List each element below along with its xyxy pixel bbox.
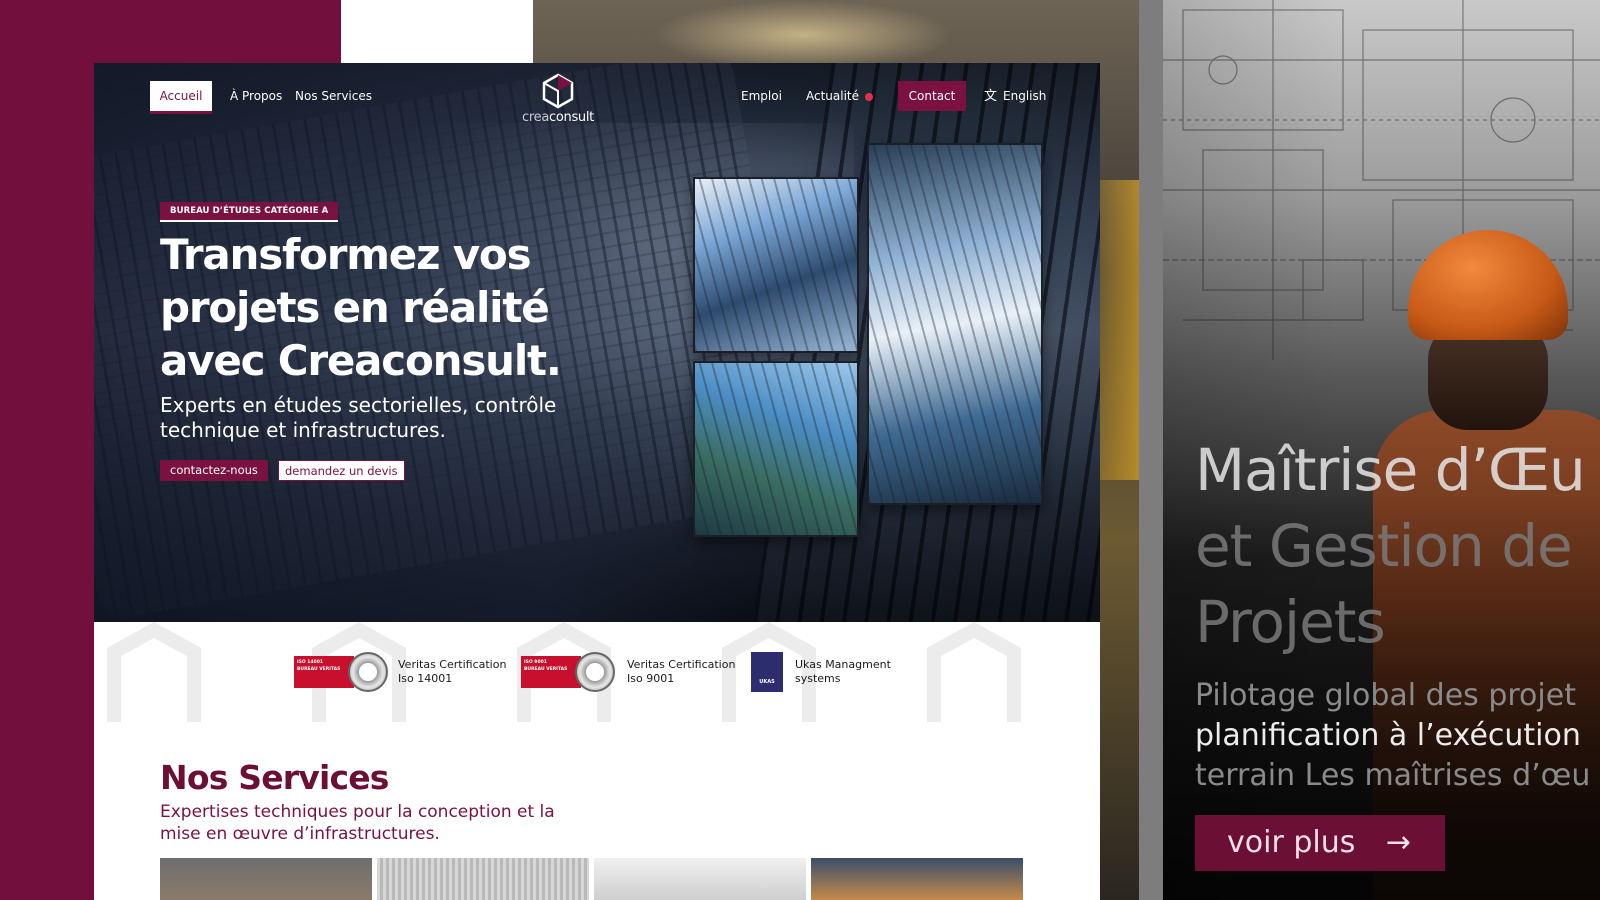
watermark-logo-icon <box>927 622 1021 722</box>
category-badge: BUREAU D’ÉTUDES CATÉGORIE A <box>160 202 339 220</box>
voir-plus-button[interactable]: voir plus → <box>1195 815 1445 871</box>
site-logo[interactable]: creaconsult <box>518 73 598 129</box>
background-strip <box>341 0 533 70</box>
certification-label: Veritas Certification Iso 9001 <box>627 658 736 685</box>
nav-services[interactable]: Nos Services <box>295 81 372 111</box>
building-photo-3 <box>867 143 1043 505</box>
nav-news-label: Actualité <box>806 89 860 103</box>
bureau-veritas-seal-icon <box>575 652 615 692</box>
services-title: Nos Services <box>160 758 389 797</box>
building-photo-1 <box>693 177 859 353</box>
nav-about[interactable]: À Propos <box>230 81 282 111</box>
arrow-right-icon: → <box>1385 825 1411 860</box>
translate-icon: 文 <box>984 89 998 104</box>
language-switch[interactable]: 文 English <box>984 81 1046 111</box>
service-card[interactable] <box>811 858 1023 900</box>
bureau-veritas-logo: ISO 14001 BUREAU VERITAS <box>294 656 354 688</box>
background-divider <box>1139 0 1163 900</box>
preview-panel: Maîtrise d’Œu et Gestion de Projets Pilo… <box>1163 0 1600 900</box>
certification-label: Veritas Certification Iso 14001 <box>398 658 507 685</box>
contact-us-button[interactable]: contactez-nous <box>160 460 268 481</box>
nav-jobs[interactable]: Emploi <box>741 81 782 111</box>
ukas-logo: UKAS <box>751 652 783 692</box>
hero-title: Transformez vos projets en réalité avec … <box>160 230 562 385</box>
watermark-logo-icon <box>107 622 201 722</box>
preview-subtitle: Pilotage global des projet planification… <box>1195 678 1591 793</box>
request-quote-button[interactable]: demandez un devis <box>278 460 405 481</box>
nav-contact-button[interactable]: Contact <box>898 81 966 111</box>
voir-plus-label: voir plus <box>1227 825 1356 860</box>
news-dot-icon <box>865 92 874 101</box>
nav-home[interactable]: Accueil <box>150 81 212 111</box>
preview-title: Maîtrise d’Œu et Gestion de Projets <box>1195 436 1586 656</box>
certification-label: Ukas Managment systems <box>795 658 891 685</box>
service-card[interactable] <box>160 858 372 900</box>
website-card: Accueil À Propos Nos Services creaconsul… <box>94 63 1100 900</box>
service-card[interactable] <box>594 858 806 900</box>
hero-subtitle: Experts en études sectorielles, contrôle… <box>160 393 557 442</box>
logo-text: creaconsult <box>522 110 594 125</box>
nav-news[interactable]: Actualité <box>806 81 874 111</box>
logo-cube-icon <box>542 73 574 109</box>
services-subtitle: Expertises techniques pour la conception… <box>160 802 555 844</box>
bureau-veritas-seal-icon <box>348 652 388 692</box>
building-photo-2 <box>693 361 859 537</box>
bureau-veritas-logo: ISO 9001 BUREAU VERITAS <box>521 656 581 688</box>
hero-section: Accueil À Propos Nos Services creaconsul… <box>94 63 1100 622</box>
language-label: English <box>1003 89 1047 103</box>
service-card[interactable] <box>377 858 589 900</box>
